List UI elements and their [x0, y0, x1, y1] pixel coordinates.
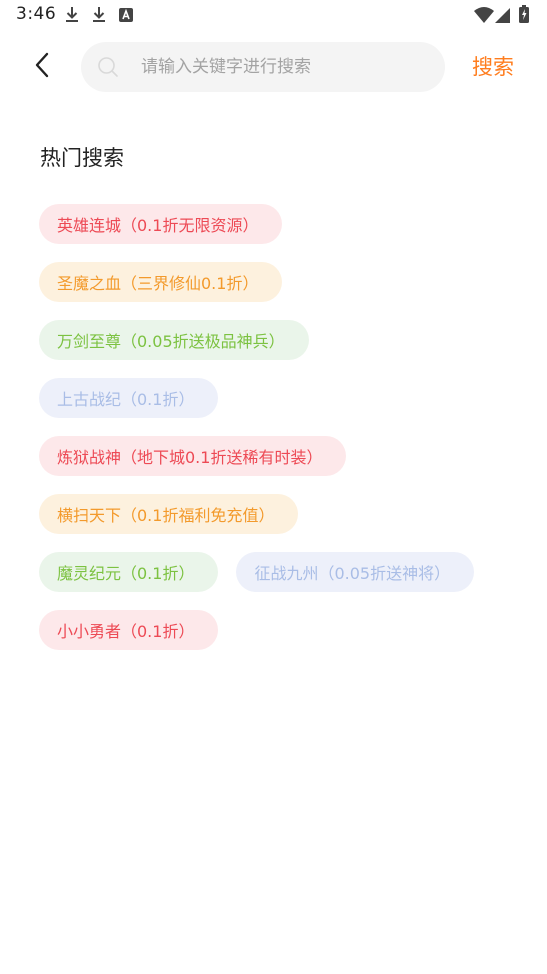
hot-search-tags: 英雄连城（0.1折无限资源） 圣魔之血（三界修仙0.1折） 万剑至尊（0.05折…	[39, 204, 519, 668]
search-bar[interactable]	[81, 42, 445, 92]
hot-search-tag[interactable]: 上古战纪（0.1折）	[39, 378, 219, 418]
tag-row: 上古战纪（0.1折）	[39, 378, 519, 418]
hot-search-tag[interactable]: 魔灵纪元（0.1折）	[39, 552, 219, 592]
tag-row: 万剑至尊（0.05折送极品神兵）	[39, 320, 519, 360]
wifi-icon	[474, 7, 494, 27]
search-input[interactable]	[141, 57, 421, 77]
back-button[interactable]	[24, 48, 60, 86]
tag-row: 横扫天下（0.1折福利免充值）	[39, 494, 519, 534]
tag-row: 小小勇者（0.1折）	[39, 610, 519, 650]
hot-search-tag[interactable]: 万剑至尊（0.05折送极品神兵）	[39, 320, 309, 360]
hot-search-tag[interactable]: 英雄连城（0.1折无限资源）	[39, 204, 283, 244]
battery-icon	[519, 5, 529, 27]
download-icon	[64, 6, 80, 28]
hot-search-tag[interactable]: 圣魔之血（三界修仙0.1折）	[39, 262, 283, 302]
status-time: 3:46	[16, 4, 57, 24]
tag-row: 圣魔之血（三界修仙0.1折）	[39, 262, 519, 302]
tag-row: 英雄连城（0.1折无限资源）	[39, 204, 519, 244]
download-icon	[91, 6, 107, 28]
hot-search-tag[interactable]: 征战九州（0.05折送神将）	[236, 552, 475, 592]
status-bar: 3:46	[0, 0, 547, 30]
hot-search-tag[interactable]: 小小勇者（0.1折）	[39, 610, 219, 650]
tag-row: 炼狱战神（地下城0.1折送稀有时装）	[39, 436, 519, 476]
chevron-left-icon	[34, 52, 50, 82]
hot-search-title: 热门搜索	[40, 146, 124, 170]
hot-search-tag[interactable]: 横扫天下（0.1折福利免充值）	[39, 494, 299, 534]
search-button[interactable]: 搜索	[472, 52, 514, 82]
signal-icon	[495, 8, 510, 27]
hot-search-tag[interactable]: 炼狱战神（地下城0.1折送稀有时装）	[39, 436, 347, 476]
search-icon	[97, 56, 119, 78]
tag-row: 魔灵纪元（0.1折） 征战九州（0.05折送神将）	[39, 552, 519, 592]
notification-a-icon	[118, 6, 134, 28]
